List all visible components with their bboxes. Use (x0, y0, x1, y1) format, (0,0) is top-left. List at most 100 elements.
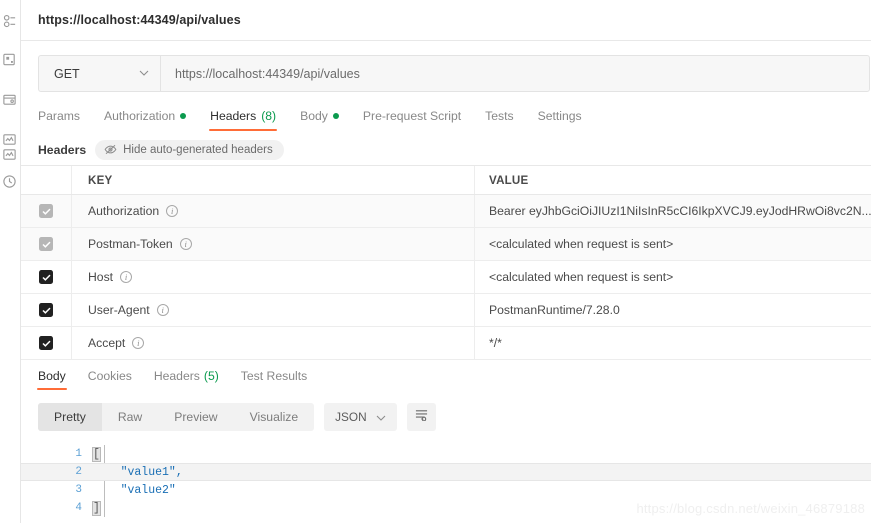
view-mode-preview-label: Preview (174, 410, 218, 424)
tab-headers-label: Headers (210, 109, 257, 123)
authorization-status-dot (180, 113, 187, 119)
tab-tests[interactable]: Tests (473, 109, 525, 131)
url-bar: GET https://localhost:44349/api/values (38, 55, 870, 92)
checkbox-icon[interactable] (39, 237, 53, 251)
header-value-label: PostmanRuntime/7.28.0 (489, 303, 620, 317)
view-mode-pretty-label: Pretty (54, 410, 86, 424)
tab-params[interactable]: Params (26, 109, 92, 131)
request-tabs: Params Authorization Headers (8) Body Pr… (21, 103, 871, 131)
row-checkbox-cell[interactable] (21, 228, 72, 260)
url-bar-container: GET https://localhost:44349/api/values (21, 41, 871, 92)
code-line: 3 "value2" (21, 481, 871, 499)
info-icon[interactable]: i (120, 271, 133, 283)
checkbox-icon[interactable] (39, 336, 53, 350)
tab-headers[interactable]: Headers (8) (198, 109, 288, 131)
headers-table: KEY VALUE Authorization i Bearer eyJhbGc… (21, 165, 871, 360)
code-text: [ (92, 446, 101, 462)
line-number: 1 (75, 448, 82, 460)
header-key-label: Authorization (88, 204, 160, 218)
code-line: 2 "value1", (21, 463, 871, 481)
response-tab-test-results[interactable]: Test Results (230, 369, 318, 390)
apis-icon[interactable] (0, 48, 20, 70)
view-mode-pretty[interactable]: Pretty (38, 403, 102, 431)
info-icon[interactable]: i (132, 337, 145, 349)
response-body-code[interactable]: 1 [ 2 "value1", 3 "value2" 4 ] (21, 445, 871, 517)
chevron-down-icon (139, 69, 149, 79)
tab-body[interactable]: Body (288, 109, 351, 131)
response-pane: Body Cookies Headers (5) Test Results Pr… (21, 362, 871, 523)
history-icon[interactable] (0, 170, 20, 192)
view-mode-visualize[interactable]: Visualize (234, 403, 315, 431)
hide-auto-generated-headers-button[interactable]: Hide auto-generated headers (95, 139, 284, 160)
response-format-select[interactable]: JSON (324, 403, 397, 431)
left-icon-rail (0, 0, 21, 523)
method-label: GET (54, 66, 80, 81)
monitors-icon[interactable] (0, 143, 20, 165)
line-number: 4 (75, 502, 82, 514)
table-row[interactable]: Postman-Token i <calculated when request… (21, 228, 871, 261)
checkbox-icon[interactable] (39, 270, 53, 284)
line-number: 3 (75, 484, 82, 496)
tab-body-label: Body (300, 109, 328, 123)
body-status-dot (332, 113, 339, 119)
code-text: "value2" (93, 483, 176, 497)
table-row[interactable]: Authorization i Bearer eyJhbGciOiJIUzI1N… (21, 195, 871, 228)
row-checkbox-cell[interactable] (21, 294, 72, 326)
url-input[interactable]: https://localhost:44349/api/values (161, 56, 869, 91)
row-checkbox-cell[interactable] (21, 327, 72, 359)
tab-pre-request-script[interactable]: Pre-request Script (351, 109, 473, 131)
response-tab-cookies[interactable]: Cookies (77, 369, 143, 390)
header-value-label: Bearer eyJhbGciOiJIUzI1NiIsInR5cCI6IkpXV… (489, 204, 871, 218)
header-key-label: User-Agent (88, 303, 150, 317)
header-value-label: */* (489, 336, 502, 350)
column-header-key: KEY (88, 173, 113, 187)
response-tab-body[interactable]: Body (27, 369, 77, 390)
response-tabs: Body Cookies Headers (5) Test Results (21, 364, 871, 390)
tab-params-label: Params (38, 109, 80, 123)
tab-tests-label: Tests (485, 109, 514, 123)
row-checkbox-cell[interactable] (21, 195, 72, 227)
hide-auto-generated-headers-label: Hide auto-generated headers (123, 143, 273, 156)
table-row[interactable]: User-Agent i PostmanRuntime/7.28.0 (21, 294, 871, 327)
column-header-value: VALUE (489, 173, 529, 187)
table-row[interactable]: Host i <calculated when request is sent> (21, 261, 871, 294)
request-response-pane: https://localhost:44349/api/values GET h… (21, 0, 871, 523)
collections-icon[interactable] (0, 10, 20, 32)
code-line: 1 [ (21, 445, 871, 463)
view-mode-raw[interactable]: Raw (102, 403, 158, 431)
header-key-label: Host (88, 270, 114, 284)
word-wrap-icon (414, 408, 429, 426)
table-row[interactable]: Accept i */* (21, 327, 871, 360)
method-select[interactable]: GET (39, 56, 161, 91)
view-mode-preview[interactable]: Preview (158, 403, 233, 431)
postman-window: https://localhost:44349/api/values GET h… (0, 0, 871, 523)
info-icon[interactable]: i (156, 304, 169, 316)
word-wrap-button[interactable] (406, 403, 436, 431)
code-text: ] (92, 500, 101, 516)
view-mode-raw-label: Raw (117, 410, 143, 424)
response-tab-test-results-label: Test Results (240, 369, 308, 383)
info-icon[interactable]: i (179, 238, 192, 250)
tab-pre-request-script-label: Pre-request Script (362, 109, 462, 123)
tab-authorization[interactable]: Authorization (92, 109, 198, 131)
environments-icon[interactable] (0, 88, 20, 110)
tab-headers-count: (8) (261, 109, 277, 123)
tab-settings-label: Settings (537, 109, 582, 123)
header-value-label: <calculated when request is sent> (489, 270, 674, 284)
header-key-label: Postman-Token (88, 237, 173, 251)
response-tab-cookies-label: Cookies (87, 369, 132, 383)
response-tab-headers-count: (5) (203, 369, 219, 383)
request-title: https://localhost:44349/api/values (21, 0, 871, 41)
response-controls: Pretty Raw Preview Visualize JSON (21, 403, 871, 431)
response-tab-headers[interactable]: Headers (5) (143, 369, 230, 390)
checkbox-icon[interactable] (39, 204, 53, 218)
tab-settings[interactable]: Settings (526, 109, 594, 131)
line-number: 2 (75, 466, 82, 478)
checkbox-icon[interactable] (39, 303, 53, 317)
row-checkbox-cell[interactable] (21, 261, 72, 293)
chevron-down-icon (376, 410, 386, 424)
header-select-all-cell (21, 166, 72, 194)
eye-off-icon (104, 144, 117, 155)
info-icon[interactable]: i (166, 205, 179, 217)
header-value-label: <calculated when request is sent> (489, 237, 674, 251)
